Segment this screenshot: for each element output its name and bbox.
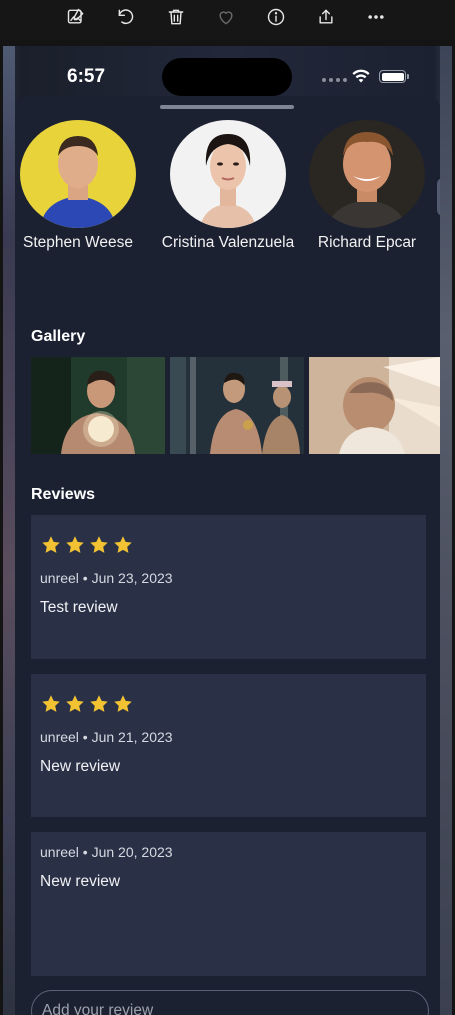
background-image-left (3, 46, 15, 1015)
share-icon[interactable] (314, 5, 338, 29)
cast-item-peek (437, 178, 440, 216)
cast-item[interactable]: Cristina Valenzuela (153, 120, 303, 252)
star-icon (64, 534, 86, 556)
avatar (170, 120, 286, 228)
cast-item[interactable]: Richard Epcar (292, 120, 440, 252)
review-card: unreel • Jun 23, 2023 Test review (31, 515, 426, 659)
rotate-icon[interactable] (114, 5, 138, 29)
star-icon (88, 534, 110, 556)
details-sheet: Stephen Weese Cristina Valenzuela Richar… (15, 96, 440, 1015)
review-card: unreel • Jun 20, 2023 New review (31, 832, 426, 976)
more-icon[interactable] (364, 5, 388, 29)
review-text: Test review (40, 599, 118, 616)
avatar (309, 120, 425, 228)
info-icon[interactable] (264, 5, 288, 29)
gallery-title: Gallery (31, 328, 86, 345)
review-card: unreel • Jun 21, 2023 New review (31, 674, 426, 817)
star-icon (40, 534, 62, 556)
trash-icon[interactable] (164, 5, 188, 29)
cast-name: Cristina Valenzuela (161, 234, 295, 251)
star-icon (88, 693, 110, 715)
gallery-image[interactable] (31, 357, 165, 454)
reviews-title: Reviews (31, 486, 96, 503)
gallery-strip[interactable] (31, 357, 440, 454)
add-review-input[interactable] (31, 990, 429, 1015)
review-meta: unreel • Jun 21, 2023 (40, 729, 173, 745)
viewer-toolbar (0, 0, 455, 40)
edit-image-icon[interactable] (64, 5, 88, 29)
battery-icon (379, 70, 409, 83)
review-meta: unreel • Jun 23, 2023 (40, 570, 173, 586)
wifi-icon (352, 69, 370, 83)
heart-icon[interactable] (214, 5, 238, 29)
star-icon (112, 534, 134, 556)
sheet-grabber[interactable] (160, 105, 294, 109)
cast-item[interactable]: Stephen Weese (15, 120, 153, 252)
signal-icon (322, 78, 347, 82)
gallery-image[interactable] (170, 357, 304, 454)
avatar (20, 120, 136, 228)
cast-carousel[interactable]: Stephen Weese Cristina Valenzuela Richar… (15, 120, 440, 260)
review-text: New review (40, 758, 121, 775)
cast-name: Stephen Weese (22, 234, 133, 251)
review-text: New review (40, 873, 121, 890)
review-meta: unreel • Jun 20, 2023 (40, 844, 173, 860)
star-rating (40, 534, 134, 556)
status-time: 6:57 (67, 66, 106, 87)
star-rating (40, 693, 134, 715)
status-bar: 6:57 (3, 46, 452, 96)
dynamic-island (162, 58, 292, 96)
star-icon (64, 693, 86, 715)
star-icon (112, 693, 134, 715)
star-icon (40, 693, 62, 715)
cast-name: Richard Epcar (317, 234, 417, 251)
background-image-right (440, 46, 452, 1015)
gallery-image[interactable] (309, 357, 440, 454)
phone-screen: 6:57 Stephen Weese Cristina Valenzuela R… (3, 46, 452, 1015)
